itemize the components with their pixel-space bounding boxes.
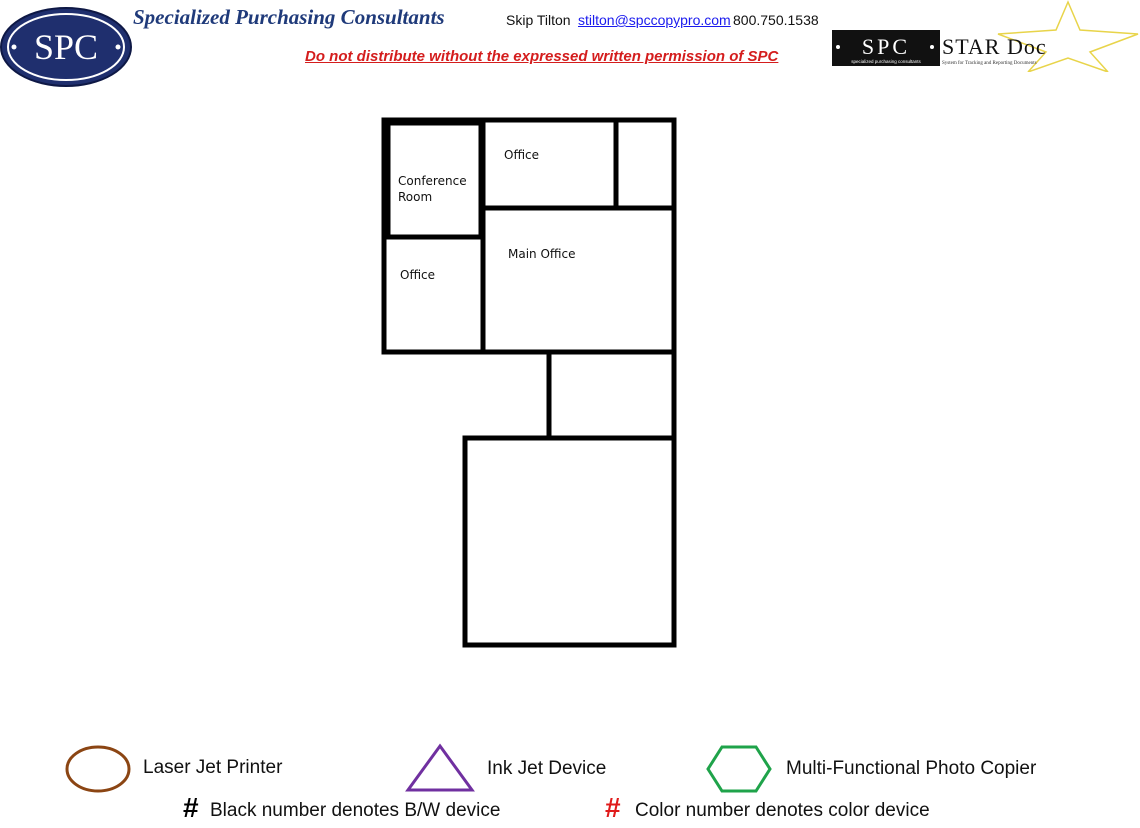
legend-laser-label: Laser Jet Printer xyxy=(143,757,283,778)
red-hash-icon: # xyxy=(605,792,621,823)
room-label-conference-2: Room xyxy=(398,190,432,204)
corridor-block xyxy=(546,349,677,441)
room-label-office-top: Office xyxy=(504,148,539,162)
room-label-office-left: Office xyxy=(400,268,435,282)
lower-room xyxy=(462,435,677,648)
laser-printer-icon xyxy=(65,745,131,793)
mfp-hexagon-icon xyxy=(706,745,772,793)
room-label-main-office: Main Office xyxy=(508,247,576,261)
room-label-conference: Conference xyxy=(398,174,467,188)
legend-mfp-label: Multi-Functional Photo Copier xyxy=(786,758,1037,779)
inkjet-triangle-icon xyxy=(405,743,475,792)
floor-plan: Conference Room Office Office Main Offic… xyxy=(381,117,677,648)
legend-bw-note: Black number denotes B/W device xyxy=(210,800,501,821)
black-hash-icon: # xyxy=(183,792,199,823)
legend-inkjet-label: Ink Jet Device xyxy=(487,758,607,779)
legend-color-note: Color number denotes color device xyxy=(635,800,930,821)
